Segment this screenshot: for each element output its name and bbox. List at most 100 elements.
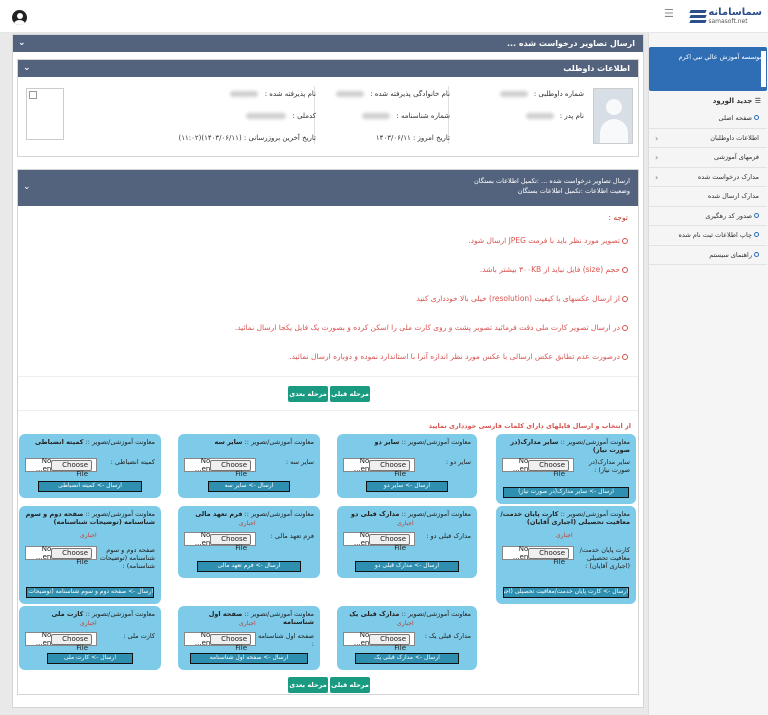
prev-step-button-bottom[interactable]: مرحله قبلی (330, 677, 370, 693)
file-input[interactable]: No ...en Choose File (25, 545, 97, 566)
sidebar-section-label: جدید الورود (712, 97, 753, 105)
upload-card-doc-name: کارت پایان خدمت/معافیت تحصیلی (اجباری آق… (500, 510, 630, 526)
file-input[interactable]: No ...en Choose File (184, 531, 256, 552)
upload-card-title: معاونت آموزشی/تصویر :: کارت پایان خدمت/م… (500, 510, 630, 526)
banner-accent (761, 51, 766, 87)
sidebar-item-tracking-code[interactable]: صدور کد رهگیری (649, 207, 767, 226)
send-file-button[interactable]: ارسال -> سایر سه (208, 481, 290, 492)
required-badge: اجباری (556, 532, 573, 539)
sidebar-item-home[interactable]: صفحه اصلی (649, 109, 767, 129)
collapse-chevron-icon[interactable]: ⌄ (18, 35, 26, 52)
upload-card-doc-name: صفحه دوم و سوم شناسنامه (توضیحات شناسنام… (25, 510, 155, 526)
upload-card-label: کارت ملی : (123, 632, 155, 640)
upload-card-doc-name: سایر دو (374, 438, 400, 446)
upload-status-line: وضعیت اطلاعات :تکمیل اطلاعات بستگان (517, 187, 630, 195)
upload-card-label: مدارک قبلی یک : (424, 632, 471, 640)
upload-card-label: سایر دو : (445, 458, 471, 466)
circle-icon (754, 115, 759, 120)
upload-card: معاونت آموزشی/تصویر :: مدارک قبلی یک اجبا… (337, 606, 477, 670)
upload-card-label: کارت پایان خدمت/ معافیت تحصیلی (اجباری آ… (579, 546, 630, 570)
applicant-number-label: شماره داوطلبی : (531, 90, 584, 98)
sidebar-item-help[interactable]: راهنمای سیستم (649, 246, 767, 265)
circle-bullet-icon (622, 354, 628, 360)
upload-card-doc-name: سایر مدارک(در صورت نیاز) (510, 438, 630, 454)
sidebar-item-label: مدارک ارسال شده (707, 192, 759, 200)
choose-file-button[interactable]: Choose File (51, 459, 92, 478)
required-badge: اجباری (239, 620, 256, 627)
menu-toggle-icon[interactable]: ☰ (664, 8, 676, 20)
circle-bullet-icon (622, 267, 628, 273)
choose-file-button[interactable]: Choose File (210, 533, 251, 552)
file-input[interactable]: No ...en Choose File (25, 631, 97, 652)
next-step-button-bottom[interactable]: مرحله بعدی (288, 677, 328, 693)
upload-card-label: سایر مدارک(در صورت نیاز) : (588, 458, 630, 474)
upload-card-title: معاونت آموزشی/تصویر :: صفحه دوم و سوم شن… (25, 510, 155, 526)
send-file-button[interactable]: ارسال -> سایر دو (366, 481, 448, 492)
send-file-button[interactable]: ارسال -> فرم تعهد مالی (197, 561, 301, 572)
file-input[interactable]: No ...en Choose File (502, 457, 574, 478)
sidebar-item-applicant-info[interactable]: اطلاعات داوطلبان ‹ (649, 129, 767, 148)
accepted-name: نام پذیرفته شده : (230, 90, 316, 98)
sidebar: موسسه آموزش عالي نبي اکرم ☰ جدید الورود … (648, 33, 768, 715)
note-item: تصویر مورد نظر باید با فرمت JPEG ارسال ش… (26, 226, 628, 255)
divider (18, 376, 638, 377)
send-file-button[interactable]: ارسال -> صفحه دوم و سوم شناسنامه (توضیحا… (26, 587, 154, 598)
choose-file-button[interactable]: Choose File (369, 459, 410, 478)
id-number: شماره شناسنامه : (362, 112, 450, 120)
send-file-button[interactable]: ارسال -> مدارک قبلی دو (355, 561, 459, 572)
sidebar-item-label: صدور کد رهگیری (705, 211, 752, 220)
upload-header: ارسال تصاویر درخواست شده ... :تکمیل اطلا… (18, 170, 638, 206)
choose-file-button[interactable]: Choose File (210, 459, 251, 478)
file-input[interactable]: No ...en Choose File (343, 531, 415, 552)
user-avatar-icon[interactable] (12, 10, 27, 25)
father-name: نام پدر : (525, 112, 584, 120)
redacted-value (246, 113, 287, 119)
choose-file-button[interactable]: Choose File (51, 633, 92, 652)
file-input-status: No ...en (512, 545, 529, 561)
file-input-status: No ...en (353, 631, 370, 647)
file-input[interactable]: No ...en Choose File (502, 545, 574, 566)
sidebar-item-requested-docs[interactable]: مدارک درخواست شده ‹ (649, 168, 767, 187)
next-step-button[interactable]: مرحله بعدی (288, 386, 328, 402)
choose-file-button[interactable]: Choose File (528, 459, 569, 478)
family-name-label: نام خانوادگی پذیرفته شده : (367, 90, 450, 98)
sidebar-item-sent-docs[interactable]: مدارک ارسال شده (649, 187, 767, 207)
applicant-photo (593, 88, 633, 144)
note-text: در ارسال تصویر کارت ملی دقت فرمائید تصوی… (234, 323, 620, 332)
file-input[interactable]: No ...en Choose File (343, 631, 415, 652)
note-item: در ارسال تصویر کارت ملی دقت فرمائید تصوی… (26, 313, 628, 342)
sidebar-item-label: صفحه اصلی (718, 114, 752, 122)
collapse-chevron-icon[interactable]: ⌄ (23, 60, 31, 77)
choose-file-button[interactable]: Choose File (210, 633, 251, 652)
file-input[interactable]: No ...en Choose File (184, 457, 256, 478)
file-input[interactable]: No ...en Choose File (184, 631, 256, 652)
send-file-button[interactable]: ارسال -> کارت ملی (47, 653, 133, 664)
send-file-button[interactable]: ارسال -> کارت پایان خدمت/معافیت تحصیلی (… (503, 587, 629, 598)
circle-bullet-icon (622, 296, 628, 302)
prev-step-button[interactable]: مرحله قبلی (330, 386, 370, 402)
sidebar-item-print[interactable]: چاپ اطلاعات ثبت نام شده (649, 226, 767, 246)
upload-card-doc-name: کارت ملی (51, 610, 84, 618)
send-file-button[interactable]: ارسال -> کمیته انضباطی (38, 481, 142, 492)
choose-file-button[interactable]: Choose File (369, 633, 410, 652)
notes-section: توجه : تصویر مورد نظر باید با فرمت JPEG … (18, 210, 636, 371)
choose-file-button[interactable]: Choose File (51, 547, 92, 566)
upload-card-doc-name: کمیته انضباطی (34, 438, 84, 446)
required-badge: اجباری (239, 520, 256, 527)
choose-file-button[interactable]: Choose File (369, 533, 410, 552)
file-input[interactable]: No ...en Choose File (25, 457, 97, 478)
choose-file-button[interactable]: Choose File (528, 547, 569, 566)
send-file-button[interactable]: ارسال -> صفحه اول شناسنامه (190, 653, 308, 664)
upload-card: معاونت آموزشی/تصویر :: مدارک قبلی دو اجبا… (337, 506, 477, 578)
send-file-button[interactable]: ارسال -> مدارک قبلی یک (355, 653, 459, 664)
sidebar-section-title[interactable]: ☰ جدید الورود (649, 94, 767, 108)
upload-card-title: معاونت آموزشی/تصویر :: مدارک قبلی یک (349, 610, 471, 618)
circle-icon (754, 251, 759, 257)
sidebar-item-forms[interactable]: فرمهای آموزشی ‹ (649, 148, 767, 168)
collapse-chevron-icon[interactable]: ⌄ (23, 182, 31, 192)
file-input[interactable]: No ...en Choose File (343, 457, 415, 478)
send-file-button[interactable]: ارسال -> سایر مدارک(در صورت نیاز) (503, 487, 629, 498)
file-input-status: No ...en (35, 545, 52, 561)
applicant-info-body: شماره داوطلبی : نام خانوادگی پذیرفته شده… (18, 82, 638, 152)
main-panel: ارسال تصاویر درخواست شده ... ⌄ اطلاعات د… (12, 34, 644, 708)
